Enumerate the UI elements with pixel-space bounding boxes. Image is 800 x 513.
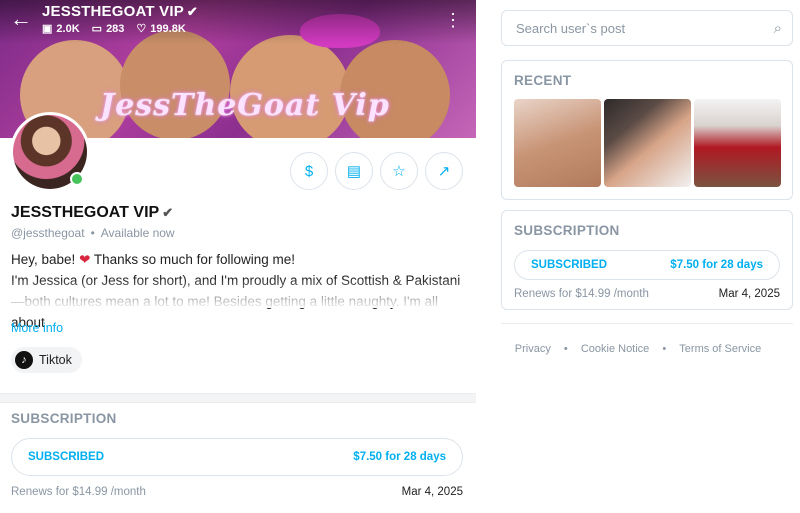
heart-emoji-icon: ❤ bbox=[79, 252, 91, 267]
profile-name-text: JESSTHEGOAT VIP bbox=[11, 204, 160, 221]
subscribed-label: SUBSCRIBED bbox=[28, 451, 105, 463]
chat-icon: ▤ bbox=[346, 163, 362, 180]
profile-panel: JessTheGoat Vip ← JESSTHEGOAT VIP ✔ ▣ 2.0K… bbox=[0, 0, 477, 513]
tiktok-label: Tiktok bbox=[39, 353, 72, 367]
subscribed-button[interactable]: SUBSCRIBED $7.50 for 28 days bbox=[11, 438, 463, 476]
renewal-date: Mar 4, 2025 bbox=[718, 288, 780, 300]
verified-icon: ✔ bbox=[162, 205, 174, 220]
recent-thumbnails bbox=[514, 99, 781, 187]
online-status-dot bbox=[70, 172, 84, 186]
star-icon: ☆ bbox=[392, 163, 406, 180]
verified-icon: ✔ bbox=[186, 4, 199, 19]
tiktok-icon: ♪ bbox=[15, 351, 33, 369]
separator-dot: • bbox=[662, 343, 667, 355]
sidebar-subscription-card: SUBSCRIPTION SUBSCRIBED $7.50 for 28 day… bbox=[501, 210, 793, 310]
dollar-icon: $ bbox=[304, 162, 314, 180]
search-box: ⌕ bbox=[501, 10, 793, 46]
availability-status: Available now bbox=[100, 226, 175, 240]
search-input[interactable] bbox=[514, 19, 758, 37]
share-icon: ↗ bbox=[437, 163, 451, 180]
avatar[interactable] bbox=[10, 112, 90, 192]
recent-thumbnail[interactable] bbox=[694, 99, 781, 187]
subscribed-button[interactable]: SUBSCRIBED $7.50 for 28 days bbox=[514, 250, 780, 280]
video-icon: ▭ bbox=[91, 23, 103, 35]
section-divider bbox=[0, 393, 476, 403]
profile-topbar: ← JESSTHEGOAT VIP ✔ ▣ 2.0K ▭ 283 ♡ 199.8K ⋮ bbox=[0, 0, 476, 44]
likes-stat: ♡ 199.8K bbox=[136, 22, 185, 35]
profile-handle-line: @jessthegoat • Available now bbox=[11, 226, 175, 240]
subscription-title: SUBSCRIPTION bbox=[514, 223, 620, 238]
recent-card: RECENT bbox=[501, 60, 793, 200]
profile-actions: $ ▤ ☆ ↗ bbox=[290, 152, 463, 190]
bio-fade bbox=[0, 278, 476, 308]
recent-thumbnail[interactable] bbox=[514, 99, 601, 187]
back-arrow-icon[interactable]: ← bbox=[10, 8, 32, 30]
likes-count: 199.8K bbox=[150, 23, 186, 35]
images-stat: ▣ 2.0K bbox=[42, 22, 80, 35]
message-button[interactable]: ▤ bbox=[335, 152, 373, 190]
tip-button[interactable]: $ bbox=[290, 152, 328, 190]
profile-name: JESSTHEGOAT VIP ✔ bbox=[11, 204, 173, 222]
subscription-price: $7.50 for 28 days bbox=[353, 451, 446, 463]
share-button[interactable]: ↗ bbox=[425, 152, 463, 190]
renewal-info: Renews for $14.99 /month Mar 4, 2025 bbox=[514, 288, 780, 300]
cookie-notice-link[interactable]: Cookie Notice bbox=[581, 343, 649, 355]
subscription-price: $7.50 for 28 days bbox=[670, 259, 763, 271]
separator-dot: • bbox=[563, 343, 568, 355]
renewal-text: Renews for $14.99 /month bbox=[514, 288, 649, 300]
terms-link[interactable]: Terms of Service bbox=[679, 343, 761, 355]
subscription-title: SUBSCRIPTION bbox=[11, 411, 117, 426]
renewal-date: Mar 4, 2025 bbox=[401, 486, 463, 498]
profile-stats: ▣ 2.0K ▭ 283 ♡ 199.8K bbox=[42, 22, 186, 35]
renewal-text: Renews for $14.99 /month bbox=[11, 486, 146, 498]
bio-greeting: Hey, babe! bbox=[11, 252, 76, 267]
heart-outline-icon: ♡ bbox=[136, 23, 147, 35]
subscribed-label: SUBSCRIBED bbox=[531, 259, 608, 271]
header-title-text: JESSTHEGOAT VIP bbox=[42, 3, 184, 20]
search-icon[interactable]: ⌕ bbox=[774, 20, 782, 37]
favorite-button[interactable]: ☆ bbox=[380, 152, 418, 190]
image-icon: ▣ bbox=[42, 23, 53, 35]
header-title: JESSTHEGOAT VIP ✔ bbox=[42, 3, 198, 20]
renewal-info: Renews for $14.99 /month Mar 4, 2025 bbox=[11, 486, 463, 498]
sidebar: ⌕ RECENT SUBSCRIPTION SUBSCRIBED $7.50 f… bbox=[476, 0, 800, 513]
footer-links: Privacy • Cookie Notice • Terms of Servi… bbox=[476, 343, 800, 355]
bio-thanks: Thanks so much for following me! bbox=[93, 252, 295, 267]
profile-handle: @jessthegoat bbox=[11, 226, 85, 240]
videos-count: 283 bbox=[106, 23, 125, 35]
videos-stat: ▭ 283 bbox=[92, 22, 125, 35]
banner-logo: JessTheGoat Vip bbox=[100, 88, 390, 123]
tiktok-link[interactable]: ♪ Tiktok bbox=[11, 347, 82, 373]
more-options-icon[interactable]: ⋮ bbox=[444, 10, 462, 31]
separator-dot: • bbox=[90, 226, 95, 240]
recent-title: RECENT bbox=[514, 73, 572, 88]
images-count: 2.0K bbox=[56, 23, 80, 35]
recent-thumbnail[interactable] bbox=[604, 99, 691, 187]
bio-line: Hey, babe! ❤ Thanks so much for followin… bbox=[11, 249, 466, 270]
sidebar-divider bbox=[501, 323, 793, 324]
more-info-link[interactable]: More info bbox=[11, 321, 63, 335]
privacy-link[interactable]: Privacy bbox=[515, 343, 551, 355]
